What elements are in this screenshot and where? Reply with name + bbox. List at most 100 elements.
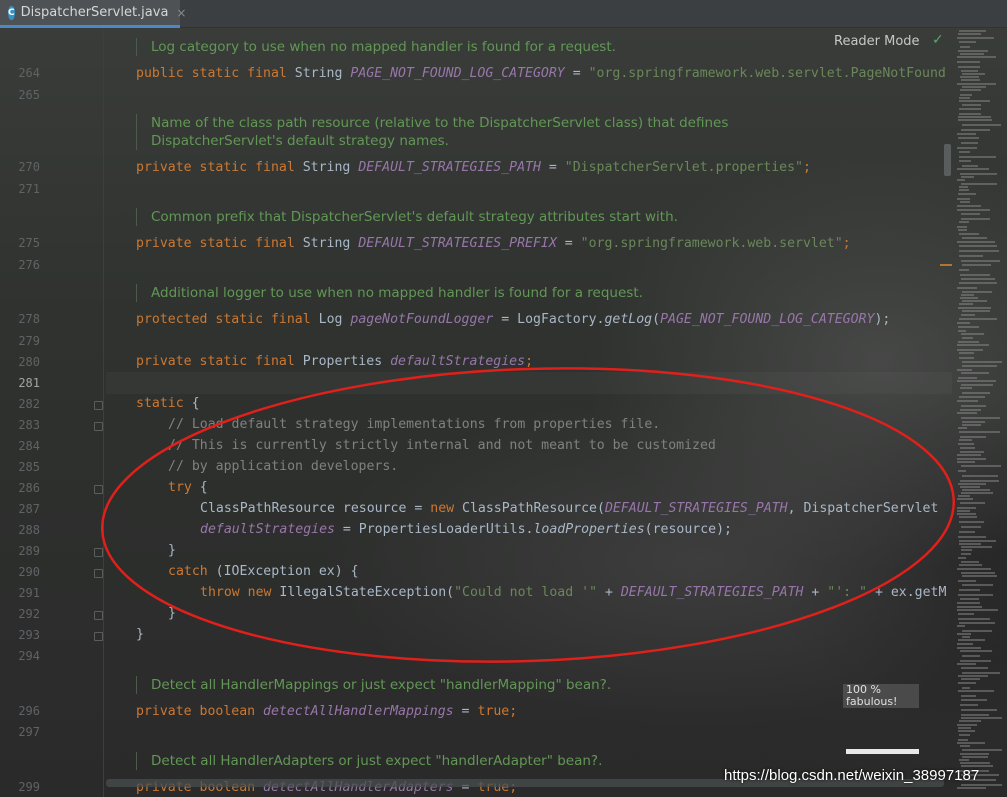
minimap-line xyxy=(957,568,991,570)
line-number: 289 xyxy=(18,544,40,558)
minimap-line xyxy=(959,41,976,43)
minimap-line xyxy=(958,341,979,343)
line-number: 279 xyxy=(18,334,40,348)
minimap-line xyxy=(960,201,970,203)
line-number: 278 xyxy=(18,312,40,326)
minimap-line xyxy=(957,633,971,635)
constant: PAGE_NOT_FOUND_LOG_CATEGORY xyxy=(350,66,565,81)
minimap-line xyxy=(960,704,978,706)
keyword: private static final xyxy=(136,236,303,251)
type: String xyxy=(302,236,359,251)
line-number: 281 xyxy=(18,376,40,390)
editor-tab-bar: C DispatcherServlet.java × xyxy=(0,0,1007,28)
minimap-line xyxy=(961,278,995,280)
code-line: defaultStrategies = PropertiesLoaderUtil… xyxy=(200,521,732,539)
doc-text: DispatcherServlet's default strategy nam… xyxy=(151,133,449,149)
minimap-line xyxy=(961,678,980,680)
type: Properties xyxy=(302,354,391,369)
minimap-line xyxy=(961,129,990,131)
doc-comment: Log category to use when no mapped handl… xyxy=(136,38,616,56)
minimap-line xyxy=(958,739,968,741)
minimap-line xyxy=(958,193,976,195)
minimap-line xyxy=(960,447,975,449)
code-text: (IOException ex) { xyxy=(207,564,359,579)
keyword: public static final xyxy=(136,66,295,81)
minimap-line xyxy=(957,458,986,460)
method-call: loadProperties xyxy=(533,522,645,537)
minimap-line xyxy=(959,543,981,545)
keyword: static xyxy=(136,396,184,411)
minimap-line xyxy=(959,151,970,153)
minimap-line xyxy=(960,486,980,488)
minimap-line xyxy=(961,784,1002,786)
minimap-line xyxy=(962,630,992,632)
line-number: 297 xyxy=(18,725,40,739)
minimap-line xyxy=(959,100,990,102)
tab-dispatcherservlet-java[interactable]: C DispatcherServlet.java × xyxy=(0,0,186,28)
minimap-line xyxy=(958,119,992,121)
semicolon: ; xyxy=(842,236,851,251)
minimap-line xyxy=(962,73,985,75)
fold-marker-icon[interactable] xyxy=(94,632,103,641)
line-number: 276 xyxy=(18,258,40,272)
doc-comment: Detect all HandlerAdapters or just expec… xyxy=(136,752,602,770)
minimap-line xyxy=(962,291,992,293)
keyword: new xyxy=(430,501,455,516)
brace: } xyxy=(136,627,144,642)
string: "Could not load '" xyxy=(454,585,598,600)
line-number: 287 xyxy=(18,502,40,516)
code-line: ClassPathResource resource = new ClassPa… xyxy=(200,500,938,518)
minimap-line xyxy=(961,549,972,551)
brace: } xyxy=(168,606,176,621)
minimap-line xyxy=(959,439,972,441)
minimap-line xyxy=(962,86,986,88)
minimap-line xyxy=(959,113,981,115)
minimap-line xyxy=(957,209,990,211)
fold-marker-icon[interactable] xyxy=(94,611,103,620)
fold-marker-icon[interactable] xyxy=(94,401,103,410)
minimap-line xyxy=(959,531,975,533)
keyword: private static final xyxy=(136,160,303,175)
operator: = xyxy=(564,66,589,81)
gutter-separator xyxy=(103,28,104,797)
minimap-line xyxy=(957,454,981,456)
error-stripe-marker[interactable] xyxy=(940,264,952,266)
minimap-line xyxy=(961,79,980,81)
reader-mode-toggle[interactable]: Reader Mode xyxy=(834,34,920,49)
operator: + xyxy=(803,585,828,600)
brace: { xyxy=(183,396,200,411)
line-number: 286 xyxy=(18,481,40,495)
close-icon[interactable]: × xyxy=(176,6,186,20)
minimap-line xyxy=(957,380,996,382)
minimap-line xyxy=(958,613,974,615)
minimap-line xyxy=(962,361,1002,363)
semicolon: ; xyxy=(509,704,518,719)
minimap-line xyxy=(962,749,1002,751)
minimap-line xyxy=(957,198,970,200)
fold-marker-icon[interactable] xyxy=(94,548,103,557)
fold-marker-icon[interactable] xyxy=(94,569,103,578)
minimap-line xyxy=(959,233,979,235)
doc-text: Common prefix that DispatcherServlet's d… xyxy=(151,209,678,225)
paren: ); xyxy=(874,312,891,327)
minimap-line xyxy=(957,344,989,346)
fold-marker-icon[interactable] xyxy=(94,422,103,431)
scrollbar-thumb[interactable] xyxy=(944,144,951,176)
minimap-line xyxy=(957,643,973,645)
minimap-line xyxy=(962,584,993,586)
field: defaultStrategies xyxy=(390,354,526,369)
minimap-line xyxy=(961,183,997,185)
minimap-line xyxy=(959,431,1000,433)
fold-marker-icon[interactable] xyxy=(94,485,103,494)
minimap-line xyxy=(960,173,997,175)
code-editor[interactable]: Log category to use when no mapped handl… xyxy=(106,28,952,797)
minimap[interactable] xyxy=(955,28,1007,797)
constant: PAGE_NOT_FOUND_LOG_CATEGORY xyxy=(660,312,875,327)
keyword: try xyxy=(168,480,192,495)
minimap-line xyxy=(960,745,970,747)
doc-text: Log category to use when no mapped handl… xyxy=(151,39,616,55)
minimap-line xyxy=(959,540,996,542)
field: pageNotFoundLogger xyxy=(350,312,494,327)
minimap-line xyxy=(962,337,973,339)
minimap-line xyxy=(958,377,977,379)
